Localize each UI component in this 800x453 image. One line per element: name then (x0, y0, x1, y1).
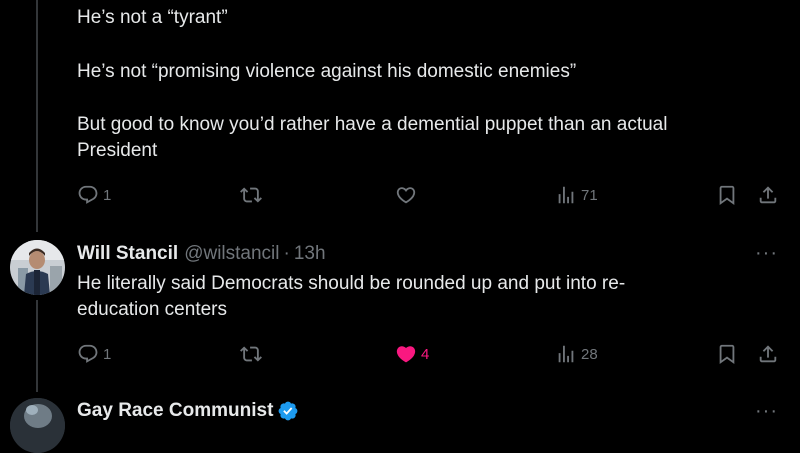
tweet-2-header: Will Stancil @wilstancil · 13h (77, 241, 326, 267)
header-separator: · (283, 243, 290, 264)
tweet-1-line-3: But good to know you’d rather have a dem… (77, 114, 668, 135)
retweet-button[interactable] (240, 340, 262, 368)
timestamp[interactable]: 13h (294, 243, 326, 265)
tweet-3-header: Gay Race Communist (77, 398, 299, 424)
views-icon (555, 184, 577, 206)
like-button[interactable] (395, 181, 417, 209)
bookmark-button[interactable] (716, 340, 738, 368)
like-icon (395, 184, 417, 206)
reply-button[interactable]: 1 (77, 340, 111, 368)
views-count: 28 (581, 345, 598, 363)
share-icon (757, 343, 779, 365)
share-button[interactable] (757, 181, 779, 209)
avatar[interactable] (10, 240, 65, 295)
share-icon (757, 184, 779, 206)
retweet-icon (240, 184, 262, 206)
views-icon (555, 343, 577, 365)
like-button[interactable]: 4 (395, 340, 429, 368)
verified-icon (277, 400, 299, 422)
bookmark-button[interactable] (716, 181, 738, 209)
tweet-1-line-2: He’s not “promising violence against his… (77, 61, 577, 82)
avatar[interactable] (10, 398, 65, 453)
tweet-2-line-2: education centers (77, 299, 227, 320)
reply-count: 1 (103, 186, 112, 204)
like-icon (395, 343, 417, 365)
tweet-1-line-1: He’s not a “tyrant” (77, 7, 228, 28)
thread-line-middle (36, 300, 38, 392)
retweet-icon (240, 343, 262, 365)
views-button[interactable]: 71 (555, 181, 598, 209)
tweet-2-line-1: He literally said Democrats should be ro… (77, 273, 626, 294)
author-name[interactable]: Gay Race Communist (77, 400, 273, 422)
more-icon[interactable]: ··· (755, 242, 778, 265)
views-button[interactable]: 28 (555, 340, 598, 368)
tweet-1-line-4: President (77, 140, 158, 161)
author-handle[interactable]: @wilstancil (184, 243, 279, 265)
bookmark-icon (716, 184, 738, 206)
reply-count: 1 (103, 345, 112, 363)
author-name[interactable]: Will Stancil (77, 243, 178, 265)
tweet-2-actions: 1 4 28 (77, 340, 785, 368)
reply-icon (77, 184, 99, 206)
reply-button[interactable]: 1 (77, 181, 111, 209)
bookmark-icon (716, 343, 738, 365)
more-icon[interactable]: ··· (755, 400, 778, 423)
like-count: 4 (421, 345, 430, 363)
thread-line-top (36, 0, 38, 232)
reply-icon (77, 343, 99, 365)
tweet-1-actions: 1 71 (77, 181, 785, 209)
views-count: 71 (581, 186, 598, 204)
retweet-button[interactable] (240, 181, 262, 209)
share-button[interactable] (757, 340, 779, 368)
